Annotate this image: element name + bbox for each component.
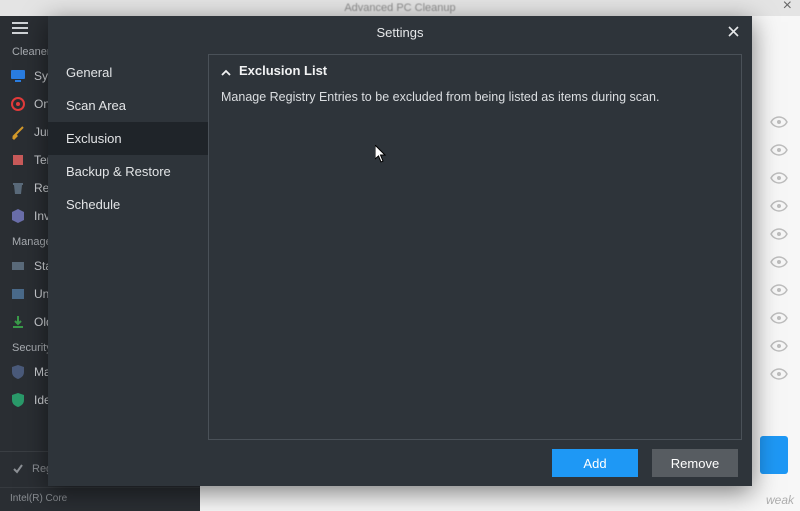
eye-icon[interactable] xyxy=(770,172,788,184)
cube-icon xyxy=(10,208,26,224)
eye-icon[interactable] xyxy=(770,340,788,352)
temp-icon xyxy=(10,152,26,168)
broom-icon xyxy=(10,124,26,140)
check-icon xyxy=(12,463,24,475)
eye-icon[interactable] xyxy=(770,312,788,324)
settings-modal: Settings General Scan Area Exclusion Bac… xyxy=(48,16,752,486)
eye-icon[interactable] xyxy=(770,228,788,240)
close-icon[interactable] xyxy=(724,22,742,40)
panel-description: Manage Registry Entries to be excluded f… xyxy=(209,86,741,114)
watermark: weak xyxy=(766,493,794,507)
app-title: Advanced PC Cleanup xyxy=(344,2,455,14)
nav-general[interactable]: General xyxy=(48,56,208,89)
add-button[interactable]: Add xyxy=(552,449,638,477)
hamburger-icon[interactable] xyxy=(0,16,48,40)
target-icon xyxy=(10,96,26,112)
window-close-icon[interactable]: × xyxy=(783,0,792,15)
app-titlebar: Advanced PC Cleanup × xyxy=(0,0,800,16)
remove-button[interactable]: Remove xyxy=(652,449,738,477)
startup-icon xyxy=(10,258,26,274)
uninstall-icon xyxy=(10,286,26,302)
monitor-icon xyxy=(10,68,26,84)
shield-icon xyxy=(10,364,26,380)
panel-header[interactable]: Exclusion List xyxy=(209,55,741,86)
eye-icon[interactable] xyxy=(770,144,788,156)
eye-icon[interactable] xyxy=(770,284,788,296)
download-icon xyxy=(10,314,26,330)
scan-button-partial[interactable] xyxy=(760,436,788,474)
preview-icon-column xyxy=(770,116,788,380)
modal-titlebar: Settings xyxy=(48,16,752,48)
exclusion-panel: Exclusion List Manage Registry Entries t… xyxy=(208,54,742,440)
status-bar: Intel(R) Core xyxy=(0,487,200,511)
exclusion-list-body xyxy=(209,114,741,439)
nav-scan-area[interactable]: Scan Area xyxy=(48,89,208,122)
chevron-up-icon xyxy=(221,66,231,76)
panel-title: Exclusion List xyxy=(239,63,327,78)
eye-icon[interactable] xyxy=(770,256,788,268)
nav-schedule[interactable]: Schedule xyxy=(48,188,208,221)
modal-title: Settings xyxy=(377,25,424,40)
settings-nav: General Scan Area Exclusion Backup & Res… xyxy=(48,48,208,440)
eye-icon[interactable] xyxy=(770,368,788,380)
eye-icon[interactable] xyxy=(770,116,788,128)
modal-footer: Add Remove xyxy=(48,440,752,486)
nav-backup-restore[interactable]: Backup & Restore xyxy=(48,155,208,188)
shield-check-icon xyxy=(10,392,26,408)
trash-icon xyxy=(10,180,26,196)
eye-icon[interactable] xyxy=(770,200,788,212)
nav-exclusion[interactable]: Exclusion xyxy=(48,122,208,155)
